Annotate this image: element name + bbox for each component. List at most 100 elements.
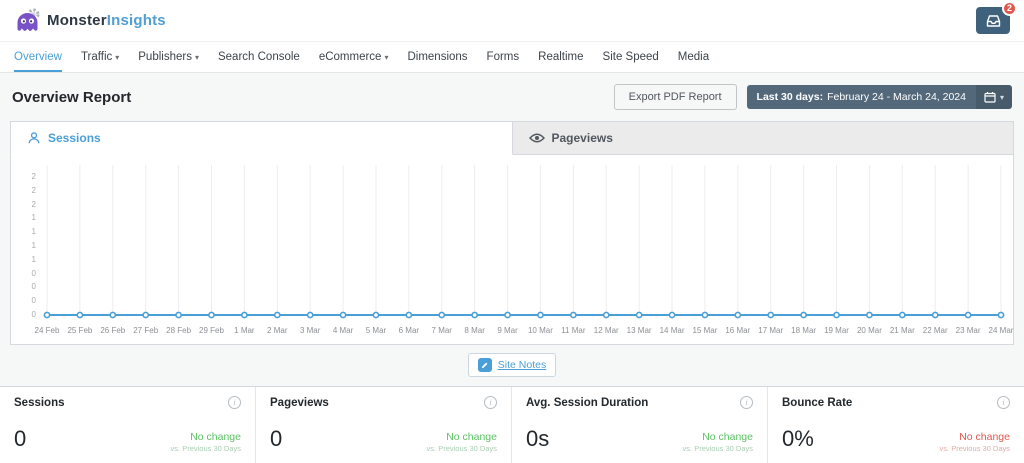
overview-report-section: Overview Report Export PDF Report Last 3… (0, 73, 1024, 386)
calendar-icon (984, 91, 996, 103)
sessions-chart: 22211110000 24 Feb25 Feb26 Feb27 Feb28 F… (15, 165, 1005, 340)
chart-y-axis: 22211110000 (15, 165, 43, 323)
y-axis-tick: 2 (32, 173, 36, 181)
x-axis-tick: 5 Mar (366, 326, 386, 335)
nav-tab-label: Publishers (138, 51, 192, 63)
y-axis-tick: 0 (32, 270, 36, 278)
eye-icon (529, 132, 545, 144)
x-axis-tick: 16 Mar (725, 326, 750, 335)
x-axis-tick: 1 Mar (234, 326, 254, 335)
nav-tab-forms[interactable]: Forms (487, 42, 520, 72)
chart-plot[interactable] (43, 165, 1005, 323)
info-icon[interactable]: i (997, 396, 1010, 409)
nav-tab-media[interactable]: Media (678, 42, 709, 72)
date-range-value: February 24 - March 24, 2024 (827, 91, 966, 103)
chevron-down-icon: ▾ (1000, 93, 1004, 102)
info-icon[interactable]: i (228, 396, 241, 409)
x-axis-tick: 12 Mar (594, 326, 619, 335)
x-axis-tick: 3 Mar (300, 326, 320, 335)
nav-tab-publishers[interactable]: Publishers▾ (138, 42, 199, 72)
stat-card-avg-session-duration: Avg. Session Duration i 0s No change vs.… (512, 387, 768, 463)
tab-pageviews[interactable]: Pageviews (513, 121, 1015, 155)
stat-comparison: vs. Previous 30 Days (940, 444, 1010, 454)
nav-tab-ecommerce[interactable]: eCommerce▾ (319, 42, 389, 72)
brand-monster-text: Monster (47, 12, 107, 29)
nav-tab-label: eCommerce (319, 51, 382, 63)
nav-tab-label: Traffic (81, 51, 112, 63)
nav-tab-traffic[interactable]: Traffic▾ (81, 42, 119, 72)
nav-tab-label: Overview (14, 51, 62, 63)
export-pdf-button[interactable]: Export PDF Report (614, 84, 737, 110)
nav-tab-dimensions[interactable]: Dimensions (407, 42, 467, 72)
x-axis-tick: 17 Mar (758, 326, 783, 335)
nav-tab-search-console[interactable]: Search Console (218, 42, 300, 72)
y-axis-tick: 2 (32, 201, 36, 209)
monsterinsights-logo[interactable]: MonsterInsights (14, 7, 166, 34)
nav-tab-label: Media (678, 51, 709, 63)
person-icon (27, 131, 41, 145)
date-range-picker[interactable]: Last 30 days: February 24 - March 24, 20… (747, 85, 1012, 109)
stat-label: Avg. Session Duration (526, 397, 648, 409)
y-axis-tick: 1 (32, 228, 36, 236)
stat-comparison: vs. Previous 30 Days (683, 444, 753, 454)
stat-change: No change (940, 431, 1010, 445)
x-axis-tick: 23 Mar (956, 326, 981, 335)
chart-panel: 22211110000 24 Feb25 Feb26 Feb27 Feb28 F… (10, 155, 1014, 345)
x-axis-tick: 20 Mar (857, 326, 882, 335)
nav-tab-site-speed[interactable]: Site Speed (603, 42, 659, 72)
summary-stats: Sessions i 0 No change vs. Previous 30 D… (0, 386, 1024, 463)
page-title: Overview Report (12, 89, 131, 106)
x-axis-tick: 10 Mar (528, 326, 553, 335)
x-axis-tick: 7 Mar (432, 326, 452, 335)
x-axis-tick: 19 Mar (824, 326, 849, 335)
x-axis-tick: 15 Mar (692, 326, 717, 335)
stat-label: Bounce Rate (782, 397, 852, 409)
chart-tabs: Sessions Pageviews (10, 121, 1014, 155)
nav-tab-label: Realtime (538, 51, 583, 63)
x-axis-tick: 6 Mar (399, 326, 419, 335)
x-axis-tick: 13 Mar (627, 326, 652, 335)
nav-tab-label: Search Console (218, 51, 300, 63)
stat-label: Sessions (14, 397, 65, 409)
info-icon[interactable]: i (484, 396, 497, 409)
nav-tab-label: Site Speed (603, 51, 659, 63)
report-actions: Export PDF Report Last 30 days: February… (614, 84, 1012, 110)
line-chart-svg (43, 165, 1005, 323)
x-axis-tick: 18 Mar (791, 326, 816, 335)
y-axis-tick: 0 (32, 283, 36, 291)
x-axis-tick: 11 Mar (561, 326, 585, 335)
tab-sessions[interactable]: Sessions (10, 121, 513, 155)
chart-plot-column: 24 Feb25 Feb26 Feb27 Feb28 Feb29 Feb1 Ma… (43, 165, 1005, 340)
y-axis-tick: 1 (32, 242, 36, 250)
stat-card-bounce-rate: Bounce Rate i 0% No change vs. Previous … (768, 387, 1024, 463)
tab-pageviews-label: Pageviews (552, 131, 613, 145)
x-axis-tick: 4 Mar (333, 326, 353, 335)
x-axis-tick: 24 Feb (35, 326, 60, 335)
date-picker-toggle[interactable]: ▾ (976, 85, 1012, 109)
site-notes-button[interactable]: Site Notes (468, 353, 556, 377)
x-axis-tick: 2 Mar (267, 326, 287, 335)
report-nav: Overview Traffic▾ Publishers▾ Search Con… (0, 42, 1024, 73)
info-icon[interactable]: i (740, 396, 753, 409)
nav-tab-overview[interactable]: Overview (14, 42, 62, 72)
nav-tab-label: Forms (487, 51, 520, 63)
nav-tab-realtime[interactable]: Realtime (538, 42, 583, 72)
stat-change: No change (683, 431, 753, 445)
date-range-label: Last 30 days: (757, 91, 824, 103)
tab-sessions-label: Sessions (48, 131, 101, 145)
nav-tab-label: Dimensions (407, 51, 467, 63)
stat-change: No change (427, 431, 497, 445)
y-axis-tick: 0 (32, 311, 36, 319)
pencil-icon (478, 358, 492, 372)
x-axis-tick: 8 Mar (464, 326, 484, 335)
chevron-down-icon: ▾ (195, 53, 199, 62)
chevron-down-icon: ▾ (384, 53, 388, 62)
stat-comparison: vs. Previous 30 Days (427, 444, 497, 454)
stat-label: Pageviews (270, 397, 329, 409)
notification-badge: 2 (1002, 1, 1017, 16)
notifications-button[interactable]: 2 (976, 7, 1010, 34)
top-header: MonsterInsights 2 (0, 0, 1024, 42)
stat-card-pageviews: Pageviews i 0 No change vs. Previous 30 … (256, 387, 512, 463)
stat-comparison: vs. Previous 30 Days (171, 444, 241, 454)
stat-value: 0% (782, 428, 814, 454)
